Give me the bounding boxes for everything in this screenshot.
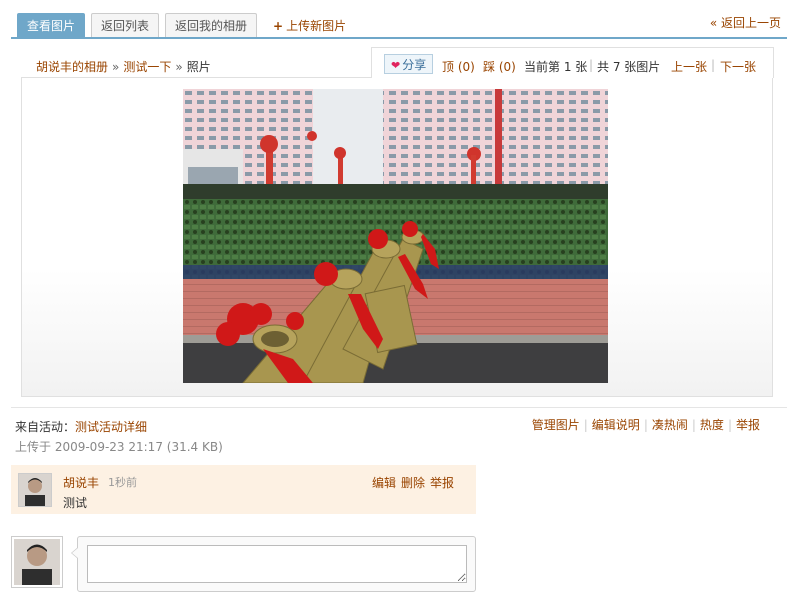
from-activity: 来自活动：测试活动详细 [15,418,147,435]
from-activity-label: 来自活动： [15,420,76,434]
share-label: 分享 [402,58,427,72]
down-vote-link[interactable]: 踩 (0) [483,58,516,75]
section-divider [11,407,787,408]
speech-arrow-icon [71,547,78,559]
photo-image[interactable] [183,89,608,383]
photo-toolbar: ❤ 分享 顶 (0) 踩 (0) 当前第 1 张 | 共 7 张图片 上一张 | … [371,47,774,78]
total-photos-text: 共 7 张图片 [597,60,661,74]
breadcrumb-album-link[interactable]: 胡说丰的相册 [36,60,108,74]
action-separator: | [691,418,696,432]
photo-illustration [183,89,608,383]
comment-item: 胡说丰 1秒前 测试 编辑 删除 举报 [11,465,476,514]
comment-time: 1秒前 [108,476,137,489]
up-vote-link[interactable]: 顶 (0) [442,58,475,75]
upload-new-photo-link[interactable]: + 上传新图片 [273,17,346,34]
action-separator: | [583,418,588,432]
person-icon [19,474,51,506]
edit-comment-link[interactable]: 编辑 [372,476,396,490]
reply-box [71,536,476,592]
comment-actions: 编辑 删除 举报 [367,474,454,491]
tab-bar: 查看图片 返回列表 返回我的相册 + 上传新图片 « 返回上一页 [11,11,787,39]
toolbar-separator: | [711,58,716,72]
breadcrumb-current: 照片 [186,60,211,74]
toolbar-separator: | [589,58,594,72]
next-photo-link[interactable]: 下一张 [720,58,756,75]
comment-text: 测试 [63,496,88,510]
previous-photo-link[interactable]: 上一张 [671,58,707,75]
join-in-link[interactable]: 凑热闹 [652,418,688,432]
heart-icon: ❤ [391,59,401,72]
report-link[interactable]: 举报 [736,418,760,432]
plus-icon: + [273,19,284,33]
action-separator: | [727,418,732,432]
upload-label: 上传新图片 [286,19,347,33]
breadcrumb-separator: » [112,60,120,74]
upload-info: 上传于 2009-09-23 21:17 (31.4 KB) [15,440,223,454]
report-comment-link[interactable]: 举报 [430,476,454,490]
popularity-link[interactable]: 热度 [700,418,724,432]
person-icon [14,539,60,585]
tab-view-photo[interactable]: 查看图片 [17,13,86,37]
delete-comment-link[interactable]: 删除 [401,476,425,490]
reply-input[interactable] [87,545,467,583]
tab-back-to-list[interactable]: 返回列表 [91,13,160,37]
activity-detail-link[interactable]: 测试活动详细 [75,420,147,434]
breadcrumb: 胡说丰的相册» 测试一下» 照片 [36,58,211,75]
back-to-previous-page-link[interactable]: « 返回上一页 [710,14,781,31]
edit-caption-link[interactable]: 编辑说明 [592,418,640,432]
manage-photos-link[interactable]: 管理图片 [532,418,580,432]
comment-avatar[interactable] [18,473,52,507]
breadcrumb-separator: » [175,60,183,74]
share-button[interactable]: ❤ 分享 [384,54,434,74]
reply-avatar [11,536,63,588]
breadcrumb-sub-album-link[interactable]: 测试一下 [123,60,171,74]
action-separator: | [643,418,648,432]
photo-actions: 管理图片 | 编辑说明 | 凑热闹 | 热度 | 举报 [532,416,760,433]
current-position-text: 当前第 1 张 [524,60,588,74]
tab-back-to-my-albums[interactable]: 返回我的相册 [165,13,258,37]
comment-author-link[interactable]: 胡说丰 [63,474,99,491]
